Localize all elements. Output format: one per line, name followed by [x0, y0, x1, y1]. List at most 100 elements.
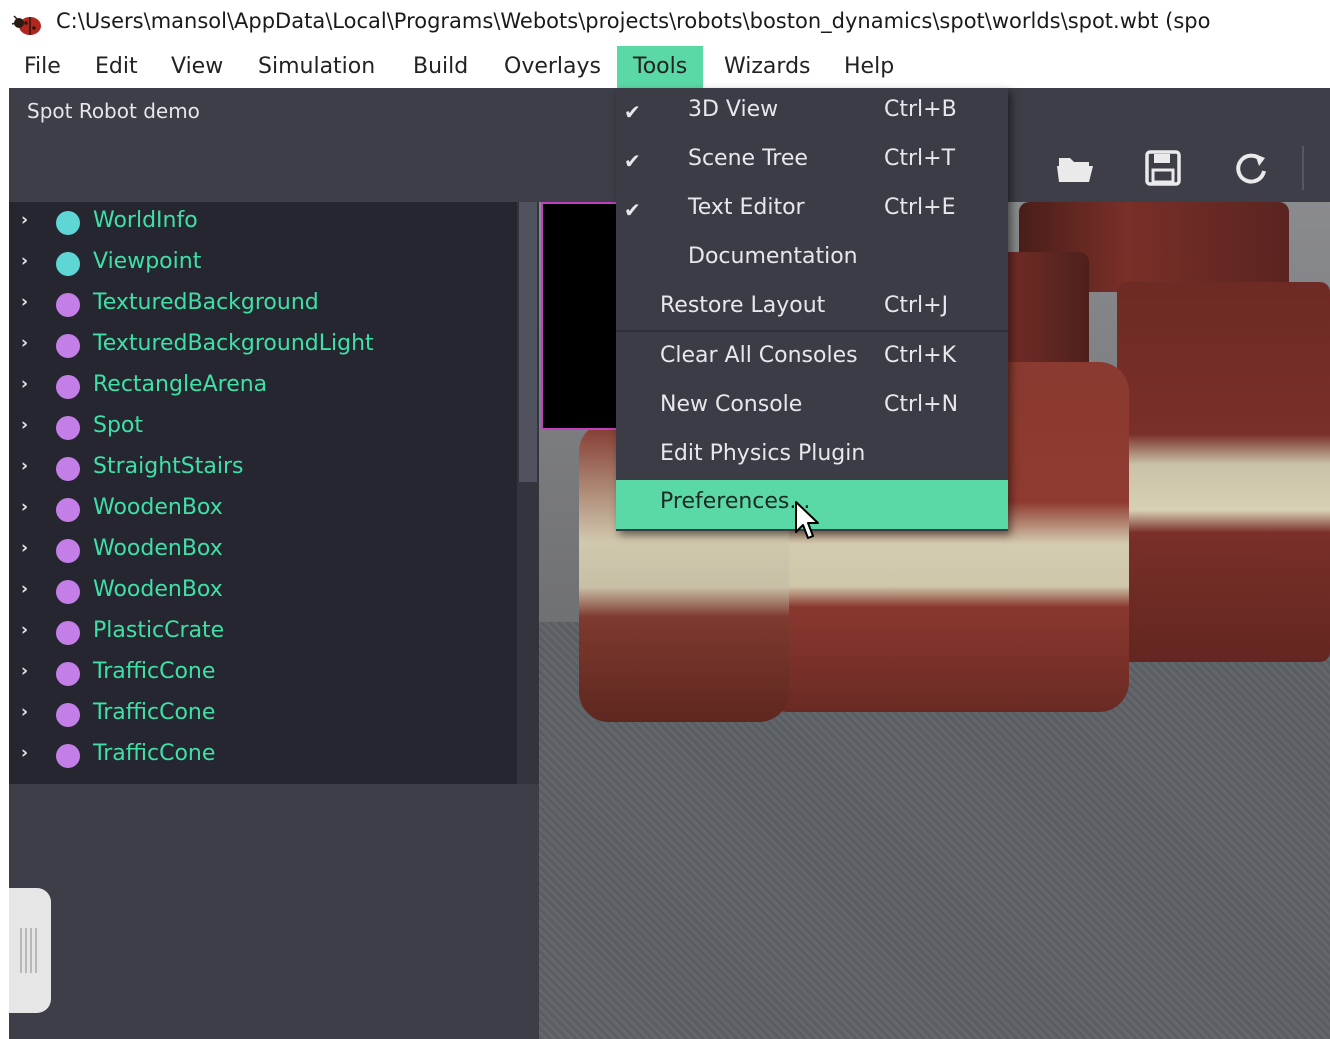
menu-edit[interactable]: Edit — [79, 46, 154, 88]
menu-item-3d-view[interactable]: ✔ 3D View Ctrl+B — [616, 88, 1008, 137]
folder-open-icon[interactable] — [1053, 146, 1097, 190]
tree-node-trafficcone[interactable]: › TrafficCone — [9, 735, 517, 776]
checkmark-icon: ✔ — [624, 149, 641, 173]
reload-icon[interactable] — [1229, 146, 1273, 190]
grip-icon — [20, 928, 40, 973]
menu-item-scene-tree[interactable]: ✔ Scene Tree Ctrl+T — [616, 137, 1008, 186]
tree-scrollbar-thumb[interactable] — [519, 202, 537, 482]
world-title: Spot Robot demo — [27, 99, 200, 123]
menu-item-shortcut: Ctrl+J — [884, 293, 949, 318]
tree-node-label: Spot — [93, 413, 144, 438]
menu-help[interactable]: Help — [828, 46, 910, 88]
checkmark-icon: ✔ — [624, 100, 641, 124]
tree-node-rectanglearena[interactable]: › RectangleArena — [9, 366, 517, 407]
menu-overlays[interactable]: Overlays — [488, 46, 617, 88]
menu-bar: File Edit View Simulation Build Overlays… — [0, 46, 1330, 88]
title-bar: C:\Users\mansol\AppData\Local\Programs\W… — [0, 0, 1330, 46]
camera-overlay[interactable] — [541, 202, 621, 430]
menu-item-label: Text Editor — [688, 195, 805, 220]
menu-build[interactable]: Build — [397, 46, 484, 88]
tree-node-texturedbackgroundlight[interactable]: › TexturedBackgroundLight — [9, 325, 517, 366]
expand-chevron-icon[interactable]: › — [21, 415, 28, 435]
tools-menu-dropdown: ✔ 3D View Ctrl+B ✔ Scene Tree Ctrl+T ✔ T… — [616, 88, 1008, 531]
menu-tools[interactable]: Tools — [617, 46, 704, 88]
node-dot-icon — [56, 621, 80, 645]
menu-separator — [616, 330, 1008, 332]
menu-item-label: Restore Layout — [660, 293, 826, 318]
window-title: C:\Users\mansol\AppData\Local\Programs\W… — [56, 9, 1211, 33]
tree-node-trafficcone[interactable]: › TrafficCone — [9, 694, 517, 735]
tree-node-label: TexturedBackground — [93, 290, 319, 315]
expand-chevron-icon[interactable]: › — [21, 538, 28, 558]
tree-node-spot[interactable]: › Spot — [9, 407, 517, 448]
menu-item-documentation[interactable]: Documentation — [616, 235, 1008, 284]
expand-chevron-icon[interactable]: › — [21, 661, 28, 681]
node-dot-icon — [56, 252, 80, 276]
tree-node-plasticcrate[interactable]: › PlasticCrate — [9, 612, 517, 653]
tree-node-label: WoodenBox — [93, 536, 223, 561]
tree-node-straightstairs[interactable]: › StraightStairs — [9, 448, 517, 489]
node-dot-icon — [56, 416, 80, 440]
expand-chevron-icon[interactable]: › — [21, 292, 28, 312]
menu-item-label: Preferences... — [660, 489, 811, 514]
node-dot-icon — [56, 580, 80, 604]
menu-item-label: 3D View — [688, 97, 779, 122]
tree-node-label: Viewpoint — [93, 249, 202, 274]
save-icon[interactable] — [1141, 146, 1185, 190]
expand-chevron-icon[interactable]: › — [21, 251, 28, 271]
menu-item-label: Documentation — [688, 244, 858, 269]
menu-item-label: Edit Physics Plugin — [660, 441, 866, 466]
menu-item-label: New Console — [660, 392, 803, 417]
menu-view[interactable]: View — [155, 46, 239, 88]
tree-node-label: WoodenBox — [93, 495, 223, 520]
tree-node-label: RectangleArena — [93, 372, 268, 397]
node-dot-icon — [56, 293, 80, 317]
expand-chevron-icon[interactable]: › — [21, 374, 28, 394]
tree-node-label: TexturedBackgroundLight — [93, 331, 374, 356]
node-dot-icon — [56, 539, 80, 563]
checkmark-icon: ✔ — [624, 198, 641, 222]
ladybug-icon — [11, 15, 41, 35]
menu-item-shortcut: Ctrl+B — [884, 97, 957, 122]
toolbar-separator — [1302, 146, 1304, 190]
menu-wizards[interactable]: Wizards — [708, 46, 827, 88]
node-dot-icon — [56, 211, 80, 235]
tree-node-woodenbox[interactable]: › WoodenBox — [9, 489, 517, 530]
menu-item-new-console[interactable]: New Console Ctrl+N — [616, 383, 1008, 432]
tree-node-woodenbox[interactable]: › WoodenBox — [9, 571, 517, 612]
menu-item-text-editor[interactable]: ✔ Text Editor Ctrl+E — [616, 186, 1008, 235]
menu-item-clear-all-consoles[interactable]: Clear All Consoles Ctrl+K — [616, 334, 1008, 383]
expand-chevron-icon[interactable]: › — [21, 702, 28, 722]
tree-node-texturedbackground[interactable]: › TexturedBackground — [9, 284, 517, 325]
scene-tree-panel: Spot Robot demo › WorldInfo › Viewpoint … — [9, 88, 539, 1039]
tree-node-viewpoint[interactable]: › Viewpoint — [9, 243, 517, 284]
expand-chevron-icon[interactable]: › — [21, 333, 28, 353]
menu-item-restore-layout[interactable]: Restore Layout Ctrl+J — [616, 284, 1008, 333]
expand-chevron-icon[interactable]: › — [21, 620, 28, 640]
expand-chevron-icon[interactable]: › — [21, 456, 28, 476]
menu-item-edit-physics-plugin[interactable]: Edit Physics Plugin — [616, 432, 1008, 481]
tree-node-label: TrafficCone — [93, 659, 216, 684]
tree-node-label: TrafficCone — [93, 700, 216, 725]
menu-file[interactable]: File — [8, 46, 77, 88]
menu-item-shortcut: Ctrl+E — [884, 195, 956, 220]
tree-node-worldinfo[interactable]: › WorldInfo — [9, 202, 517, 243]
node-dot-icon — [56, 334, 80, 358]
tree-node-label: StraightStairs — [93, 454, 244, 479]
menu-item-label: Clear All Consoles — [660, 343, 858, 368]
node-dot-icon — [56, 744, 80, 768]
expand-chevron-icon[interactable]: › — [21, 210, 28, 230]
expand-chevron-icon[interactable]: › — [21, 743, 28, 763]
dock-handle[interactable] — [9, 888, 51, 1013]
tree-node-woodenbox[interactable]: › WoodenBox — [9, 530, 517, 571]
barrel — [1117, 282, 1330, 662]
tree-node-trafficcone[interactable]: › TrafficCone — [9, 653, 517, 694]
node-dot-icon — [56, 498, 80, 522]
menu-item-shortcut: Ctrl+K — [884, 343, 957, 368]
expand-chevron-icon[interactable]: › — [21, 497, 28, 517]
expand-chevron-icon[interactable]: › — [21, 579, 28, 599]
menu-simulation[interactable]: Simulation — [242, 46, 391, 88]
tree-scrollbar[interactable] — [517, 202, 539, 784]
node-dot-icon — [56, 457, 80, 481]
mouse-cursor-icon — [795, 501, 819, 539]
